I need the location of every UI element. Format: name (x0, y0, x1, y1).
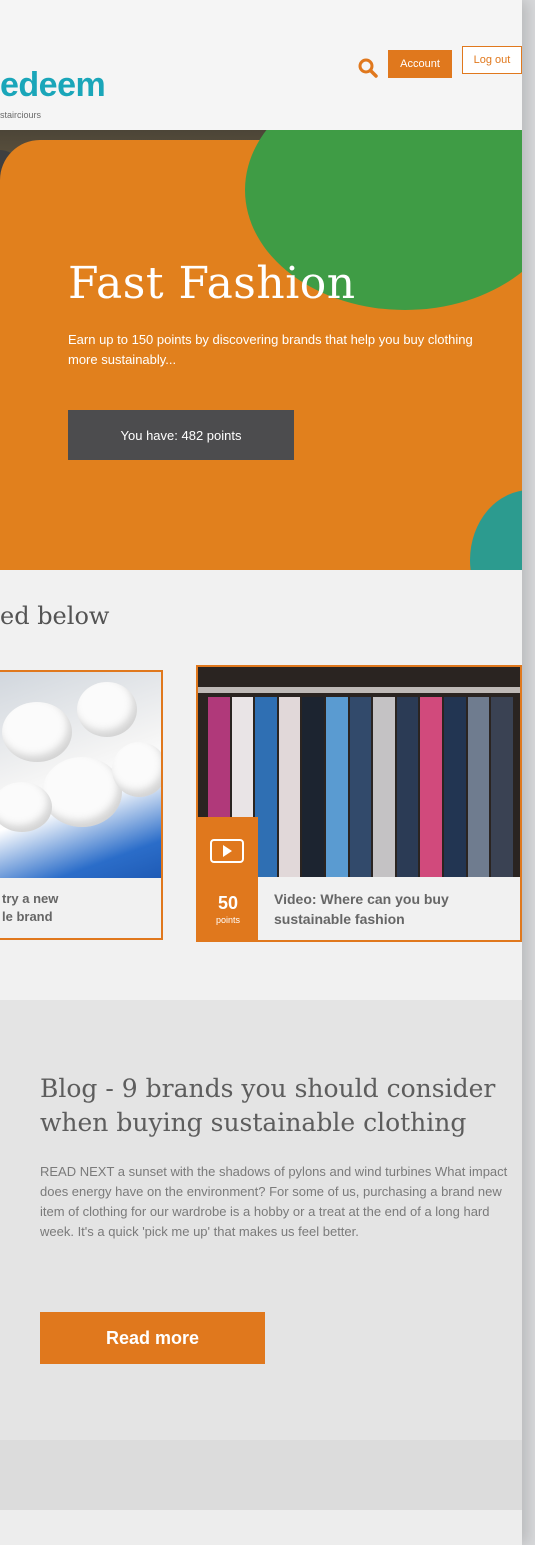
section-heading: ed below (0, 602, 110, 630)
hero-description: Earn up to 150 points by discovering bra… (68, 332, 473, 367)
card-caption-text: try a new le brand (2, 890, 58, 926)
caption-line: sustainable fashion (274, 911, 405, 927)
blog-title: Blog - 9 brands you should consider when… (40, 1074, 496, 1137)
account-button[interactable]: Account (388, 50, 452, 78)
footer-strip (0, 1440, 522, 1510)
points-balance-badge: You have: 482 points (68, 410, 294, 460)
search-icon[interactable] (357, 57, 379, 79)
caption-line: try a new (2, 891, 59, 906)
logo-tagline: stairciours (0, 110, 42, 120)
cotton-image (0, 672, 161, 882)
activity-card-brand[interactable]: try a new le brand (0, 670, 163, 940)
points-label: points (215, 915, 241, 925)
blog-excerpt: READ NEXT a sunset with the shadows of p… (40, 1164, 508, 1239)
blog-section: Blog - 9 brands you should consider when… (0, 1000, 522, 1440)
hero-title: Fast Fashion (68, 258, 356, 309)
activity-card-video[interactable]: 50 points Video: Where can you buy susta… (196, 665, 522, 942)
site-header: edeem stairciours Account Log out (0, 0, 522, 135)
page: edeem stairciours Account Log out Fast F… (0, 0, 522, 1545)
points-value: 50 (217, 893, 239, 913)
play-icon[interactable] (210, 839, 244, 863)
card-caption-text: Video: Where can you buy sustainable fas… (274, 889, 449, 929)
bottom-bar (0, 1510, 522, 1545)
caption-line: Video: Where can you buy (274, 891, 449, 907)
logo[interactable]: edeem (0, 66, 106, 105)
caption-line: le brand (2, 909, 53, 924)
hero-banner: Fast Fashion Earn up to 150 points by di… (0, 130, 522, 570)
read-more-button[interactable]: Read more (40, 1312, 265, 1364)
logout-button[interactable]: Log out (462, 46, 522, 74)
points-tab: 50 points (198, 817, 258, 940)
